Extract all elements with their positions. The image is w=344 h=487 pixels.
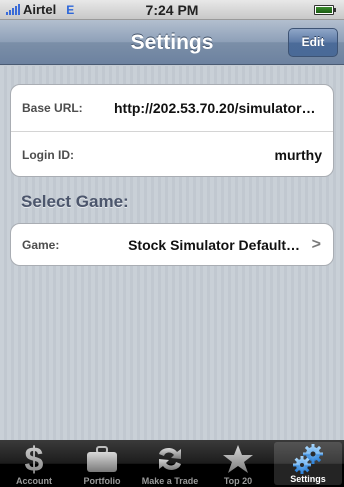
gears-icon [288, 443, 328, 475]
select-game-heading: Select Game: [21, 192, 129, 211]
star-icon [218, 443, 258, 475]
tab-top-20[interactable]: Top 20 [204, 440, 272, 487]
trade-arrows-icon [150, 443, 190, 475]
tab-label: Portfolio [83, 476, 121, 486]
login-id-value: murthy [274, 146, 322, 163]
game-label: Game: [22, 237, 60, 252]
login-id-label: Login ID: [22, 147, 74, 162]
edit-button[interactable]: Edit [288, 28, 338, 57]
tab-settings[interactable]: Settings [274, 442, 342, 485]
dollar-icon: $ [14, 443, 54, 475]
navigation-bar: Settings Edit [0, 20, 344, 65]
tab-label: Account [16, 476, 52, 486]
login-id-row[interactable]: Login ID: murthy [11, 131, 333, 176]
battery-icon [314, 5, 336, 15]
base-url-row[interactable]: Base URL: http://202.53.70.20/simulator… [11, 85, 333, 131]
tab-label: Top 20 [223, 476, 253, 486]
settings-content: Base URL: http://202.53.70.20/simulator…… [0, 66, 344, 440]
tab-label: Make a Trade [141, 476, 199, 486]
base-url-value: http://202.53.70.20/simulator… [114, 100, 316, 116]
tab-portfolio[interactable]: Portfolio [68, 440, 136, 487]
svg-text:$: $ [25, 443, 44, 475]
tab-label: Settings [290, 474, 326, 484]
server-settings-group: Base URL: http://202.53.70.20/simulator…… [10, 84, 334, 177]
status-bar: Airtel E 7:24 PM [0, 0, 344, 20]
base-url-label: Base URL: [22, 101, 83, 115]
game-row[interactable]: Game: Stock Simulator Default… > [11, 224, 333, 265]
tab-account[interactable]: $ Account [0, 440, 68, 487]
game-group: Game: Stock Simulator Default… > [10, 223, 334, 266]
briefcase-icon [82, 443, 122, 475]
game-value: Stock Simulator Default… [128, 236, 300, 253]
chevron-right-icon: > [311, 235, 321, 253]
tab-bar: $ Account Portfolio Make a Trade Top 20 … [0, 440, 344, 487]
tab-make-a-trade[interactable]: Make a Trade [136, 440, 204, 487]
status-time: 7:24 PM [145, 1, 199, 18]
